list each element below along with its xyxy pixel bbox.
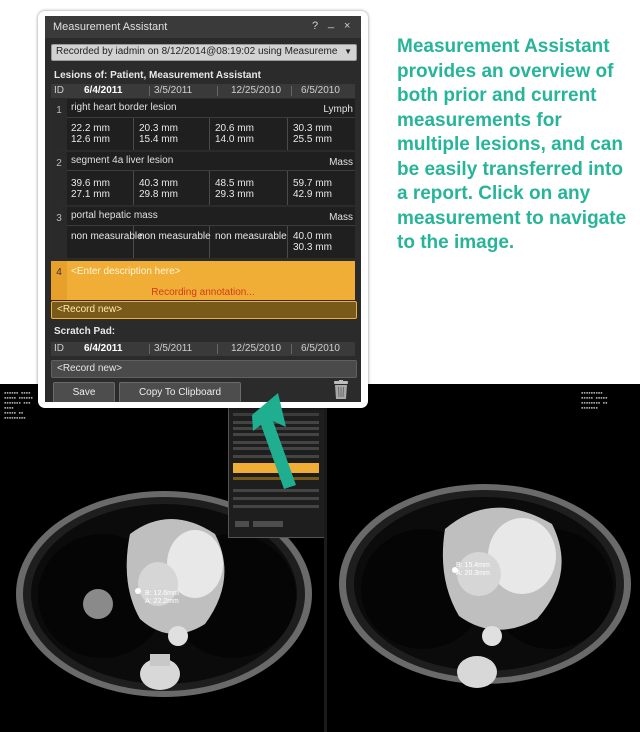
ct-image-right[interactable] [327,384,640,732]
measurement-cell[interactable]: 59.7 mm 42.9 mm [293,178,332,200]
lesion-id: 1 [56,105,62,116]
col-id: ID [54,85,64,96]
window-titlebar[interactable]: Measurement Assistant ? _ × [45,16,361,38]
measurement-cell[interactable]: non measurable [215,231,287,242]
col-date-4[interactable]: 6/5/2010 [301,85,340,96]
measurement-cell[interactable]: non measurable [71,231,143,242]
col-date-2[interactable]: 3/5/2011 [154,343,192,354]
lesions-column-header: ID 6/4/2011 3/5/2011 12/25/2010 6/5/2010 [51,84,355,98]
lesion-id: 2 [56,158,62,169]
lesion-description[interactable]: right heart border lesion [71,102,177,113]
measurement-cell[interactable]: 22.2 mm 12.6 mm [71,123,110,145]
ct-viewer[interactable]: ▪▪▪▪▪▪ ▪▪▪▪ ▪▪▪▪▪ ▪▪▪▪▪▪ ▪▪▪▪▪▪▪ ▪▪▪ ▪▪▪… [0,384,640,732]
lesion-id: 3 [56,213,62,224]
measurement-cell[interactable]: 20.6 mm 14.0 mm [215,123,254,145]
lesion-row[interactable]: 2 segment 4a liver lesion Mass 39.6 mm 27… [51,152,355,205]
col-date-1[interactable]: 6/4/2011 [84,343,122,354]
lesion-description[interactable]: portal hepatic mass [71,210,158,221]
record-new-label: <Record new> [57,363,123,374]
save-button[interactable]: Save [53,382,115,402]
ct-viewport-right[interactable]: ▪▪▪▪▪▪▪▪▪ ▪▪▪▪▪ ▪▪▪▪▪ ▪▪▪▪▪▪▪▪ ▪▪ ▪▪▪▪▪▪… [327,384,640,732]
pointer-arrow-icon [252,393,296,489]
col-date-2[interactable]: 3/5/2011 [154,85,192,96]
lesion-location: Mass [329,157,353,168]
description-input[interactable]: <Enter description here> [71,266,181,277]
window-title: Measurement Assistant [53,21,168,33]
trash-icon[interactable] [333,380,349,402]
col-id: ID [54,343,64,354]
measurement-cell[interactable]: non measurable [139,231,211,242]
col-date-4[interactable]: 6/5/2010 [301,343,340,354]
lesion-location: Lymph [323,104,353,115]
lesion-description[interactable]: segment 4a liver lesion [71,155,173,166]
chevron-down-icon[interactable]: ▼ [344,47,352,56]
measurement-b-right[interactable]: B: 15.4mm [456,562,490,569]
record-new-scratch-button[interactable]: <Record new> [51,360,357,378]
measurement-cell[interactable]: 30.3 mm 25.5 mm [293,123,332,145]
lesion-row[interactable]: 3 portal hepatic mass Mass non measurabl… [51,207,355,258]
measurement-assistant-window: Measurement Assistant ? _ × Recorded by … [45,16,361,402]
help-button[interactable]: ? [312,20,318,32]
scratch-pad-title: Scratch Pad: [54,326,116,337]
lesion-row[interactable]: 1 right heart border lesion Lymph 22.2 m… [51,99,355,150]
close-button[interactable]: × [344,20,350,32]
feature-caption: Measurement Assistant provides an overvi… [397,36,627,253]
recording-status: Recording annotation... [151,287,255,298]
scratch-pad-column-header: ID 6/4/2011 3/5/2011 12/25/2010 6/5/2010 [51,342,355,356]
measurement-cell[interactable]: 39.6 mm 27.1 mm [71,178,110,200]
lesion-row-active[interactable]: 4 <Enter description here> Recording ann… [51,261,355,300]
measurement-b-left[interactable]: B: 12.6mm [145,590,179,597]
col-date-3[interactable]: 12/25/2010 [231,343,281,354]
col-date-1[interactable]: 6/4/2011 [84,85,122,96]
lesions-section-title: Lesions of: Patient, Measurement Assista… [54,70,261,81]
record-new-label: <Record new> [57,304,123,315]
measurement-label-right[interactable]: B: 15.4mm A: 20.3mm [456,562,490,578]
measurement-cell[interactable]: 40.0 mm 30.3 mm [293,231,332,253]
col-date-3[interactable]: 12/25/2010 [231,85,281,96]
measurement-label-left[interactable]: B: 12.6mm A: 22.2mm [145,590,179,606]
measurement-a-right[interactable]: A: 20.3mm [456,570,490,577]
recording-select-value: Recorded by iadmin on 8/12/2014@08:19:02… [56,46,338,57]
measurement-a-left[interactable]: A: 22.2mm [145,598,179,605]
measurement-cell[interactable]: 48.5 mm 29.3 mm [215,178,254,200]
recording-select[interactable]: Recorded by iadmin on 8/12/2014@08:19:02… [51,44,357,61]
dicom-overlay-left: ▪▪▪▪▪▪ ▪▪▪▪ ▪▪▪▪▪ ▪▪▪▪▪▪ ▪▪▪▪▪▪▪ ▪▪▪ ▪▪▪… [4,390,33,420]
lesion-location: Mass [329,212,353,223]
measurement-cell[interactable]: 40.3 mm 29.8 mm [139,178,178,200]
dicom-overlay-right: ▪▪▪▪▪▪▪▪▪ ▪▪▪▪▪ ▪▪▪▪▪ ▪▪▪▪▪▪▪▪ ▪▪ ▪▪▪▪▪▪… [581,390,608,410]
measurement-cell[interactable]: 20.3 mm 15.4 mm [139,123,178,145]
lesion-id: 4 [56,267,62,278]
copy-to-clipboard-button[interactable]: Copy To Clipboard [119,382,241,402]
minimize-button[interactable]: _ [328,17,334,29]
record-new-lesion-button[interactable]: <Record new> [51,301,357,319]
